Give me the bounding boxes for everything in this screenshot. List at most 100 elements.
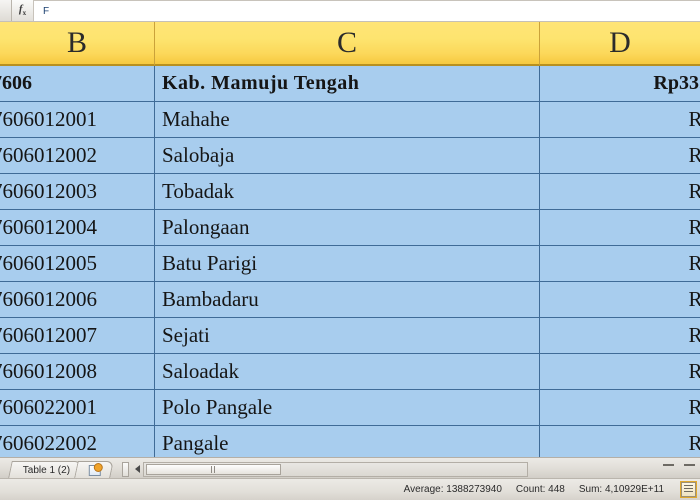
table-row[interactable]: 7606012001 Mahahe Rp60 [0,102,700,138]
cell-d-value: Rp74 [688,251,700,276]
column-header-c[interactable]: C [155,22,540,66]
column-header-d[interactable]: D [540,22,700,66]
spreadsheet-window: fx F B C D 7606 Kab. Mamuju Tengah Rp33.… [0,0,700,500]
cell-d-value: Rp60 [688,143,700,168]
cell-d[interactable]: Rp74 [540,246,700,282]
sheet-tab-table-1-2[interactable]: Table 1 (2) [8,461,83,478]
cell-d-value: Rp54 [688,323,700,348]
horizontal-scroll-area [108,460,700,478]
cell-b[interactable]: 7606012008 [0,354,155,390]
table-row[interactable]: 7606 Kab. Mamuju Tengah Rp33.186 [0,66,700,102]
status-sum: Sum: 4,10929E+11 [578,484,664,495]
cell-b-value: 7606012004 [0,215,97,239]
sheet-tab-bar: Table 1 (2) [0,457,700,478]
cell-c[interactable]: Salobaja [155,138,540,174]
cell-b[interactable]: 7606022002 [0,426,155,457]
cell-b[interactable]: 7606012003 [0,174,155,210]
cell-b[interactable]: 7606 [0,66,155,102]
column-header-row: B C D [0,22,700,66]
column-header-c-label: C [336,26,357,59]
cell-b-value: 7606012003 [0,179,97,203]
cell-d[interactable]: Rp60 [540,390,700,426]
formula-input[interactable]: F [34,0,700,21]
cell-c-value: Kab. Mamuju Tengah [162,72,360,94]
horizontal-scrollbar-thumb[interactable] [146,463,282,475]
table-row[interactable]: 7606012004 Palongaan Rp60 [0,210,700,246]
status-count: Count: 448 [515,484,565,495]
cell-b[interactable]: 7606012007 [0,318,155,354]
cell-c-value: Tobadak [162,179,235,203]
cell-b-value: 7606022002 [0,431,97,455]
cell-d[interactable]: Rp54 [540,318,700,354]
cell-c[interactable]: Tobadak [155,174,540,210]
cell-c[interactable]: Batu Parigi [155,246,540,282]
cell-c[interactable]: Saloadak [155,354,540,390]
cell-b-value: 7606012002 [0,143,97,167]
table-row[interactable]: 7606012003 Tobadak Rp80 [0,174,700,210]
cell-b-value: 7606012008 [0,359,97,383]
cell-d[interactable]: Rp33.186 [540,66,700,102]
cell-d-value: Rp33.186 [653,72,700,94]
table-row[interactable]: 7606012008 Saloadak Rp60 [0,354,700,390]
table-row[interactable]: 7606012006 Bambadaru Rp54 [0,282,700,318]
cell-d-value: Rp54 [688,287,700,312]
cell-b[interactable]: 7606022001 [0,390,155,426]
cell-c[interactable]: Mahahe [155,102,540,138]
cell-b-value: 7606022001 [0,395,97,419]
cell-c[interactable]: Pangale [155,426,540,457]
cell-d[interactable]: Rp60 [540,354,700,390]
cell-c-value: Sejati [162,323,210,347]
cell-c[interactable]: Polo Pangale [155,390,540,426]
cell-d[interactable]: Rp60 [540,210,700,246]
window-controls[interactable] [658,460,700,478]
horizontal-scrollbar[interactable] [143,461,528,477]
name-box[interactable] [0,0,12,21]
function-wizard-icon[interactable]: fx [12,0,34,21]
cell-c-value: Bambadaru [162,287,259,311]
cell-b-value: 7606012006 [0,287,97,311]
table-row[interactable]: 7606022002 Pangale Rp60 [0,426,700,457]
cell-b[interactable]: 7606012004 [0,210,155,246]
cell-d[interactable]: Rp60 [540,426,700,457]
sheet-tab-label: Table 1 (2) [22,464,71,476]
cell-c-value: Saloadak [162,359,239,383]
minimize-icon[interactable] [663,464,674,466]
cell-b-value: 7606012001 [0,107,97,131]
cell-b[interactable]: 7606012001 [0,102,155,138]
cell-b[interactable]: 7606012006 [0,282,155,318]
cell-d-value: Rp80 [688,179,700,204]
cell-b[interactable]: 7606012002 [0,138,155,174]
cell-c[interactable]: Bambadaru [155,282,540,318]
cell-c-value: Pangale [162,431,229,455]
column-header-b[interactable]: B [0,22,155,66]
column-header-d-label: D [609,26,631,59]
column-header-b-label: B [66,26,87,59]
status-average: Average: 1388273940 [403,484,502,495]
table-row[interactable]: 7606022001 Polo Pangale Rp60 [0,390,700,426]
cell-c-value: Palongaan [162,215,250,239]
cell-b-value: 7606012005 [0,251,97,275]
cell-d-value: Rp60 [688,107,700,132]
cell-c-value: Mahahe [162,107,230,131]
cell-d-value: Rp60 [688,215,700,240]
cell-d[interactable]: Rp80 [540,174,700,210]
cell-c[interactable]: Palongaan [155,210,540,246]
add-sheet-icon [89,464,102,476]
cell-d-value: Rp60 [688,431,700,456]
cell-d[interactable]: Rp54 [540,282,700,318]
sheet-grid[interactable]: B C D 7606 Kab. Mamuju Tengah Rp33.186 7… [0,22,700,457]
scroll-left-arrow-icon[interactable] [132,462,143,477]
table-row[interactable]: 7606012005 Batu Parigi Rp74 [0,246,700,282]
cell-d[interactable]: Rp60 [540,102,700,138]
table-row[interactable]: 7606012007 Sejati Rp54 [0,318,700,354]
restore-icon[interactable] [684,464,695,466]
cell-c[interactable]: Kab. Mamuju Tengah [155,66,540,102]
normal-view-icon[interactable] [680,481,697,498]
table-row[interactable]: 7606012002 Salobaja Rp60 [0,138,700,174]
cell-c[interactable]: Sejati [155,318,540,354]
cell-d-value: Rp60 [688,359,700,384]
cell-d[interactable]: Rp60 [540,138,700,174]
split-handle[interactable] [122,461,130,477]
add-sheet-button[interactable] [74,461,115,478]
cell-b[interactable]: 7606012005 [0,246,155,282]
